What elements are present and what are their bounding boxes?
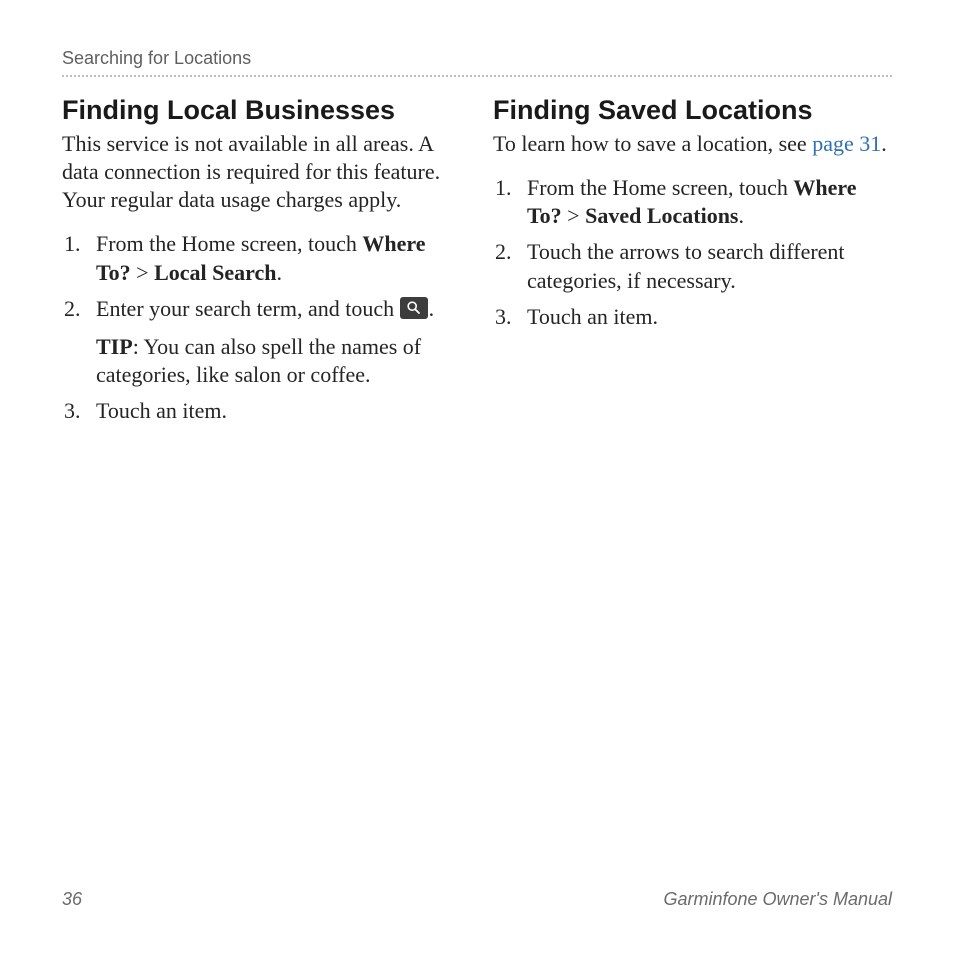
- intro-saved-locations: To learn how to save a location, see pag…: [493, 130, 892, 158]
- book-title: Garminfone Owner's Manual: [663, 889, 892, 910]
- heading-local-businesses: Finding Local Businesses: [62, 95, 461, 126]
- step-2: Enter your search term, and touch . TIP:…: [62, 295, 461, 389]
- intro-local-businesses: This service is not available in all are…: [62, 130, 461, 214]
- nav-saved-locations: Saved Locations: [585, 203, 738, 228]
- intro-pre: To learn how to save a location, see: [493, 131, 812, 156]
- tip-block: TIP: You can also spell the names of cat…: [96, 333, 461, 389]
- step-post: .: [277, 260, 283, 285]
- step-1: From the Home screen, touch Where To? > …: [62, 230, 461, 286]
- nav-separator: >: [131, 260, 154, 285]
- step-3: Touch an item.: [62, 397, 461, 425]
- page-number: 36: [62, 889, 82, 910]
- running-head: Searching for Locations: [62, 48, 892, 77]
- step-text: From the Home screen, touch: [96, 231, 362, 256]
- tip-text: : You can also spell the names of catego…: [96, 334, 421, 387]
- step-text: Enter your search term, and touch: [96, 296, 400, 321]
- step-text: Touch an item.: [96, 398, 227, 423]
- link-page-31[interactable]: page 31: [812, 131, 881, 156]
- step-text: Touch the arrows to search different cat…: [527, 239, 845, 292]
- intro-post: .: [881, 131, 887, 156]
- column-left: Finding Local Businesses This service is…: [62, 95, 461, 433]
- nav-local-search: Local Search: [154, 260, 276, 285]
- step-text: From the Home screen, touch: [527, 175, 793, 200]
- column-right: Finding Saved Locations To learn how to …: [493, 95, 892, 433]
- content-columns: Finding Local Businesses This service is…: [62, 95, 892, 433]
- heading-saved-locations: Finding Saved Locations: [493, 95, 892, 126]
- page-footer: 36 Garminfone Owner's Manual: [62, 889, 892, 910]
- steps-local-businesses: From the Home screen, touch Where To? > …: [62, 230, 461, 425]
- nav-separator: >: [562, 203, 585, 228]
- search-icon: [400, 297, 428, 319]
- tip-label: TIP: [96, 334, 133, 359]
- step-post: .: [429, 296, 435, 321]
- step-2: Touch the arrows to search different cat…: [493, 238, 892, 294]
- step-1: From the Home screen, touch Where To? > …: [493, 174, 892, 230]
- step-post: .: [739, 203, 745, 228]
- step-3: Touch an item.: [493, 303, 892, 331]
- steps-saved-locations: From the Home screen, touch Where To? > …: [493, 174, 892, 331]
- step-text: Touch an item.: [527, 304, 658, 329]
